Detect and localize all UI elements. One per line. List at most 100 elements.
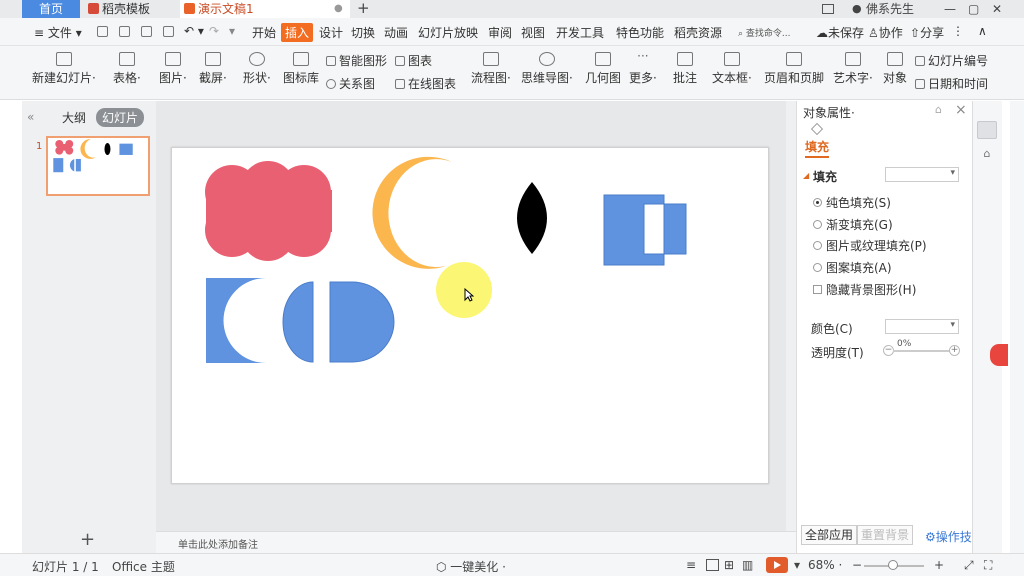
command-search[interactable]: ⌕ 查找命令... [738, 26, 791, 39]
table-button[interactable]: 表格· [113, 52, 141, 86]
menu-insert[interactable]: 插入 [281, 23, 314, 42]
date-time-button[interactable]: 日期和时间 [915, 75, 988, 92]
notes-toggle-icon[interactable]: ≡ [686, 558, 696, 572]
minimize-icon[interactable]: — [944, 0, 956, 18]
share-button[interactable]: ⇧分享 [910, 24, 944, 41]
menu-docer-resources[interactable]: 稻壳资源 [674, 24, 722, 41]
tab-document[interactable]: 演示文稿1 [180, 0, 350, 18]
online-chart-button[interactable]: 在线图表 [395, 75, 456, 92]
canvas-scrollbar[interactable] [786, 101, 796, 531]
slide-thumbnail[interactable] [46, 136, 150, 196]
fullscreen-icon[interactable]: ⛶ [984, 558, 992, 573]
tab-fill[interactable]: 填充 [805, 138, 830, 158]
slide-number-button[interactable]: 幻灯片编号 [915, 52, 988, 69]
textbox-button[interactable]: 文本框· [712, 52, 752, 86]
tab-outline[interactable]: 大纲 [62, 109, 86, 126]
gradient-fill-radio[interactable]: 渐变填充(G) [813, 216, 893, 233]
blue-frame-shape[interactable] [603, 194, 687, 266]
pattern-fill-radio[interactable]: 图案填充(A) [813, 259, 892, 276]
user-icon[interactable]: ● [852, 0, 862, 18]
print-preview-icon[interactable] [163, 26, 174, 37]
panel-close-icon[interactable]: × [955, 102, 967, 118]
fit-window-icon[interactable]: ⤢ [964, 558, 974, 573]
geometry-button[interactable]: 几何图 [585, 52, 621, 86]
menu-slideshow[interactable]: 幻灯片放映 [418, 24, 478, 41]
solid-fill-radio[interactable]: 纯色填充(S) [813, 194, 891, 211]
zoom-out-icon[interactable]: − [852, 558, 862, 572]
menu-developer[interactable]: 开发工具 [556, 24, 604, 41]
hide-background-checkbox[interactable]: 隐藏背景图形(H) [813, 281, 916, 298]
picture-button[interactable]: 图片· [159, 52, 187, 86]
tips-link[interactable]: ⚙操作技 [925, 528, 972, 545]
screenshot-button[interactable]: 截屏· [199, 52, 227, 86]
tab-slides[interactable]: 幻灯片 [96, 108, 145, 127]
undo-icon[interactable]: ↶ ▾ [184, 24, 204, 38]
menu-animation[interactable]: 动画 [384, 24, 408, 41]
mindmap-button[interactable]: 思维导图· [521, 52, 573, 86]
section-expand-icon[interactable]: ◢ [803, 171, 809, 180]
menu-transition[interactable]: 切换 [351, 24, 375, 41]
add-slide-plus-icon[interactable]: + [80, 529, 95, 550]
picture-fill-radio[interactable]: 图片或纹理填充(P) [813, 237, 927, 254]
save-icon[interactable] [97, 26, 108, 37]
apply-all-button[interactable]: 全部应用 [801, 525, 858, 545]
collapse-ribbon-icon[interactable]: ∧ [978, 24, 987, 38]
transparency-increase-icon[interactable]: + [949, 345, 960, 356]
comment-button[interactable]: 批注 [673, 52, 697, 86]
chart-button[interactable]: 图表 [395, 52, 432, 69]
relation-chart-button[interactable]: 关系图 [326, 75, 375, 92]
notes-bar[interactable]: 单击此处添加备注 [156, 531, 796, 553]
reading-view-icon[interactable]: ▥ [742, 558, 753, 572]
reset-background-button[interactable]: 重置背景 [857, 525, 914, 545]
collaborate-button[interactable]: ♙协作 [868, 24, 903, 41]
zoom-in-icon[interactable]: + [934, 558, 944, 572]
cloud-shape[interactable] [205, 161, 332, 261]
zoom-value[interactable]: 68% · [808, 558, 842, 572]
beautify-button[interactable]: ⬡ 一键美化 · [436, 558, 506, 575]
tab-template[interactable]: 稻壳模板 [84, 0, 176, 18]
quick-access-more-icon[interactable]: ▾ [229, 24, 235, 38]
zoom-knob[interactable] [888, 560, 898, 570]
moon-shape[interactable] [372, 156, 452, 269]
properties-toggle-icon[interactable] [977, 121, 997, 139]
notification-badge[interactable] [990, 344, 1008, 366]
close-window-icon[interactable]: ✕ [992, 0, 1002, 18]
new-slide-button[interactable]: 新建幻灯片· [32, 52, 96, 86]
menu-special[interactable]: 特色功能 [616, 24, 664, 41]
file-menu[interactable]: ≡ 文件 ▾ [34, 24, 82, 41]
fill-type-select[interactable] [885, 167, 959, 182]
color-select[interactable] [885, 319, 959, 334]
half-circle-left-shape[interactable] [282, 281, 314, 363]
window-scrollbar[interactable] [1010, 101, 1024, 553]
shape-button[interactable]: 形状· [243, 52, 271, 86]
pin-icon[interactable]: ⌂ [935, 103, 942, 116]
play-options-icon[interactable]: ▾ [794, 558, 800, 572]
object-button[interactable]: 对象 [883, 52, 907, 86]
menu-view[interactable]: 视图 [521, 24, 545, 41]
play-slideshow-button[interactable] [766, 557, 788, 573]
redo-icon[interactable]: ↷ [209, 24, 219, 38]
user-name[interactable]: 佛系先生 [866, 0, 914, 18]
sorter-view-icon[interactable]: ⊞ [724, 558, 734, 572]
new-tab-plus-icon[interactable]: + [357, 0, 370, 17]
more-button[interactable]: ··· 更多· [629, 50, 657, 86]
header-footer-button[interactable]: 页眉和页脚 [764, 52, 824, 86]
icon-library-button[interactable]: 图标库 [283, 52, 319, 86]
more-options-icon[interactable]: ⋮ [952, 24, 964, 38]
window-layout-icon[interactable] [822, 4, 834, 14]
tab-home[interactable]: 首页 [22, 0, 80, 18]
transparency-slider[interactable] [893, 350, 953, 352]
wordart-button[interactable]: 艺术字· [833, 52, 873, 86]
half-circle-right-shape[interactable] [329, 281, 395, 363]
theme-name[interactable]: Office 主题 [112, 558, 175, 575]
flowchart-button[interactable]: 流程图· [471, 52, 511, 86]
chord-rectangle-shape[interactable] [206, 278, 266, 363]
clipboard-icon[interactable]: ⌂ [977, 147, 997, 165]
menu-home[interactable]: 开始 [252, 24, 276, 41]
normal-view-icon[interactable] [706, 559, 719, 571]
smart-art-button[interactable]: 智能图形 [326, 52, 387, 69]
lens-shape[interactable] [517, 182, 547, 254]
unsaved-status[interactable]: ☁未保存 [816, 24, 864, 41]
collapse-panel-icon[interactable]: « [27, 110, 34, 124]
menu-design[interactable]: 设计 [319, 24, 343, 41]
